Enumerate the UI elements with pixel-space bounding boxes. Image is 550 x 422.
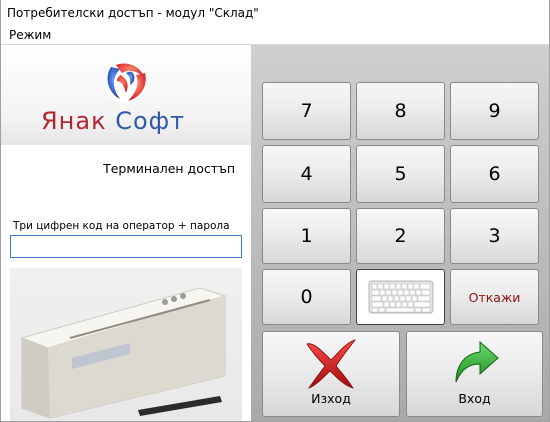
- window-title: Потребителски достъп - модул "Склад": [7, 6, 259, 20]
- key-2[interactable]: 2: [356, 208, 445, 264]
- cancel-button[interactable]: Откажи: [450, 269, 539, 325]
- enter-button[interactable]: Вход: [406, 331, 543, 417]
- operator-code-label: Три цифрен код на оператор + парола: [13, 220, 230, 232]
- operator-code-input[interactable]: [10, 235, 242, 258]
- green-arrow-icon: [455, 340, 499, 383]
- menu-bar: Режим: [1, 27, 549, 45]
- key-6[interactable]: 6: [450, 145, 539, 203]
- app-window: Потребителски достъп - модул "Склад" Реж…: [0, 0, 550, 422]
- key-4[interactable]: 4: [262, 145, 351, 203]
- exit-button[interactable]: Изход: [262, 331, 400, 417]
- exit-label: Изход: [311, 391, 351, 406]
- company-logo-icon: [104, 63, 146, 103]
- key-8[interactable]: 8: [356, 82, 445, 140]
- title-bar: Потребителски достъп - модул "Склад": [1, 0, 549, 27]
- login-panel: Янак Софт Терминален достъп Три цифрен к…: [1, 45, 251, 421]
- company-logo-text: Янак Софт: [41, 107, 185, 135]
- terminal-access-heading: Терминален достъп: [103, 161, 235, 176]
- key-3[interactable]: 3: [450, 208, 539, 264]
- keyboard-button[interactable]: [356, 269, 445, 325]
- keyboard-icon: [368, 280, 433, 314]
- keypad-panel: 7 8 9 4 5 6 1 2 3 0 Откажи Изход Вход: [251, 45, 549, 421]
- key-9[interactable]: 9: [450, 82, 539, 140]
- enter-label: Вход: [458, 391, 491, 406]
- key-7[interactable]: 7: [262, 82, 351, 140]
- key-1[interactable]: 1: [262, 208, 351, 264]
- red-x-icon: [306, 339, 356, 389]
- key-5[interactable]: 5: [356, 145, 445, 203]
- logo-word-1: Янак: [41, 107, 107, 135]
- key-0[interactable]: 0: [262, 269, 351, 325]
- logo-word-2: Софт: [115, 107, 186, 135]
- card-reader-illustration: [20, 287, 227, 419]
- logo-area: Янак Софт: [1, 45, 251, 145]
- card-reader-image: [10, 268, 242, 421]
- menu-item-mode[interactable]: Режим: [9, 28, 51, 42]
